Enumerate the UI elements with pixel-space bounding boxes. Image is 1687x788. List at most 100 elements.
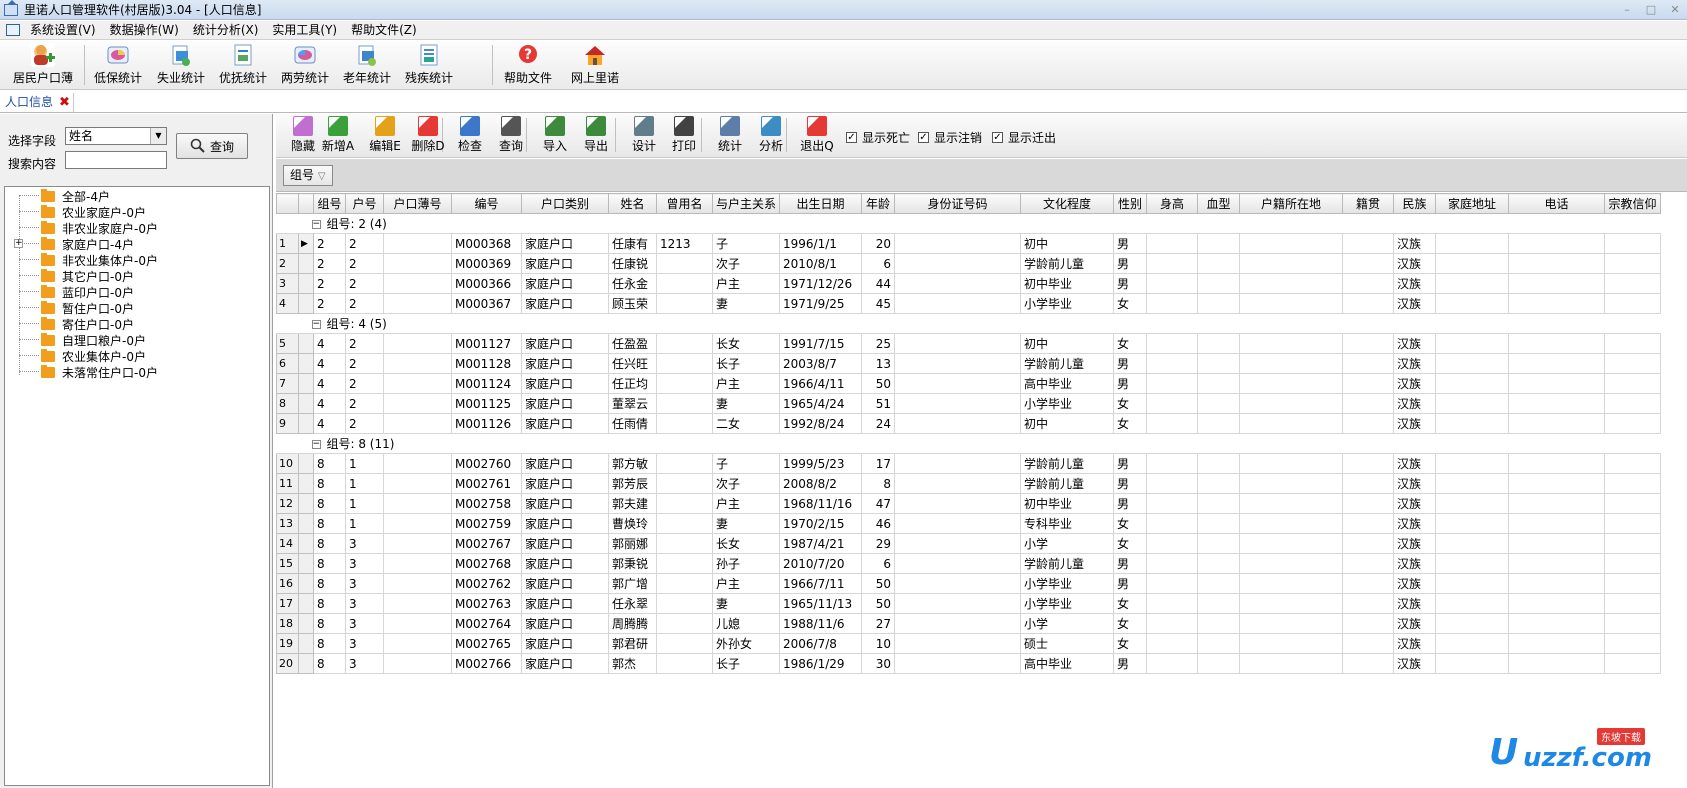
cell-alias[interactable] — [656, 333, 713, 354]
cell-phone[interactable] — [1508, 613, 1605, 634]
table-row[interactable]: 8 4 2 M001125 家庭户口 董翠云 妻 1965/4/24 51 小学毕业女 汉族 — [276, 393, 1661, 414]
cell-edu[interactable]: 学龄前儿童 — [1020, 473, 1114, 494]
cell-h[interactable]: 3 — [345, 633, 384, 654]
cell-blood[interactable] — [1197, 373, 1240, 394]
cell-book[interactable] — [383, 533, 452, 554]
table-row[interactable]: 13 8 1 M002759 家庭户口 曹焕玲 妻 1970/2/15 46 专科毕业女 汉族 — [276, 513, 1661, 534]
online-home-button[interactable]: 网上里诺 — [568, 43, 622, 87]
cell-edu[interactable]: 小学毕业 — [1020, 393, 1114, 414]
column-header[interactable]: 血型 — [1197, 193, 1240, 214]
menu-help[interactable]: 帮助文件(Z) — [344, 21, 424, 40]
cell-alias[interactable] — [656, 393, 713, 414]
cell-type[interactable]: 家庭户口 — [521, 653, 609, 674]
cell-origin[interactable] — [1342, 233, 1394, 254]
cell-edu[interactable]: 初中 — [1020, 233, 1114, 254]
cell-origin[interactable] — [1342, 393, 1394, 414]
cell-alias[interactable] — [656, 533, 713, 554]
cell-book[interactable] — [383, 513, 452, 534]
tree-item[interactable]: 寄住户口-0户 — [41, 316, 134, 332]
help-button[interactable]: ? 帮助文件 — [502, 43, 554, 87]
cell-origin[interactable] — [1342, 373, 1394, 394]
query-button[interactable]: 查询 — [176, 133, 248, 159]
cell-edu[interactable]: 学龄前儿童 — [1020, 353, 1114, 374]
cell-blood[interactable] — [1197, 413, 1240, 434]
cell-blood[interactable] — [1197, 553, 1240, 574]
cell-idcard[interactable] — [894, 613, 1021, 634]
cell-sex[interactable]: 女 — [1113, 613, 1147, 634]
cell-h[interactable]: 3 — [345, 613, 384, 634]
cell-phone[interactable] — [1508, 593, 1605, 614]
cell-nation[interactable]: 汉族 — [1393, 273, 1436, 294]
cell-height[interactable] — [1146, 353, 1198, 374]
cell-rel[interactable]: 二女 — [712, 413, 780, 434]
print-button[interactable]: 打印 — [664, 116, 704, 156]
cell-book[interactable] — [383, 613, 452, 634]
cell-height[interactable] — [1146, 453, 1198, 474]
cell-birth[interactable]: 1966/4/11 — [779, 373, 862, 394]
cell-reg[interactable] — [1239, 573, 1343, 594]
tree-item[interactable]: 蓝印户口-0户 — [41, 284, 134, 300]
row-number[interactable]: 17 — [276, 593, 299, 614]
column-header[interactable]: 年龄 — [861, 193, 895, 214]
cell-origin[interactable] — [1342, 553, 1394, 574]
cell-addr[interactable] — [1435, 533, 1509, 554]
cell-origin[interactable] — [1342, 293, 1394, 314]
cell-nation[interactable]: 汉族 — [1393, 373, 1436, 394]
cell-alias[interactable] — [656, 353, 713, 374]
cell-h[interactable]: 3 — [345, 533, 384, 554]
cell-id[interactable]: M001127 — [451, 333, 522, 354]
cell-origin[interactable] — [1342, 453, 1394, 474]
tree-item[interactable]: 暂住户口-0户 — [41, 300, 134, 316]
cell-type[interactable]: 家庭户口 — [521, 273, 609, 294]
elderly-stats-button[interactable]: 老年统计 — [341, 43, 393, 87]
cell-reg[interactable] — [1239, 233, 1343, 254]
cell-addr[interactable] — [1435, 333, 1509, 354]
cell-birth[interactable]: 1999/5/23 — [779, 453, 862, 474]
cell-age[interactable]: 20 — [861, 233, 895, 254]
tree-item[interactable]: 全部-4户 — [41, 188, 110, 204]
cell-book[interactable] — [383, 393, 452, 414]
cell-alias[interactable] — [656, 413, 713, 434]
cell-origin[interactable] — [1342, 613, 1394, 634]
cell-addr[interactable] — [1435, 293, 1509, 314]
checkbox-2[interactable]: ✓ 显示迁出 — [992, 129, 1056, 146]
cell-name[interactable]: 郭杰 — [608, 653, 657, 674]
row-number[interactable]: 3 — [276, 273, 299, 294]
cell-blood[interactable] — [1197, 513, 1240, 534]
cell-nation[interactable]: 汉族 — [1393, 413, 1436, 434]
cell-book[interactable] — [383, 353, 452, 374]
cell-h[interactable]: 2 — [345, 233, 384, 254]
cell-book[interactable] — [383, 593, 452, 614]
menu-system-settings[interactable]: 系统设置(V) — [23, 21, 103, 40]
cell-idcard[interactable] — [894, 373, 1021, 394]
cell-height[interactable] — [1146, 633, 1198, 654]
cell-sex[interactable]: 女 — [1113, 333, 1147, 354]
column-header[interactable]: 户口类别 — [521, 193, 609, 214]
cell-reg[interactable] — [1239, 373, 1343, 394]
cell-edu[interactable]: 高中毕业 — [1020, 653, 1114, 674]
cell-rel[interactable]: 外孙女 — [712, 633, 780, 654]
cell-nation[interactable]: 汉族 — [1393, 593, 1436, 614]
cell-id[interactable]: M002760 — [451, 453, 522, 474]
unemployment-stats-button[interactable]: 失业统计 — [155, 43, 207, 87]
cell-id[interactable]: M002762 — [451, 573, 522, 594]
tree-item[interactable]: 非农业集体户-0户 — [41, 252, 158, 268]
cell-id[interactable]: M002758 — [451, 493, 522, 514]
table-row[interactable]: 19 8 3 M002765 家庭户口 郭君研 外孙女 2006/7/8 10 硕士女 汉族 — [276, 633, 1661, 654]
cell-blood[interactable] — [1197, 273, 1240, 294]
tree-item[interactable]: 家庭户口-4户 — [41, 236, 134, 252]
cell-idcard[interactable] — [894, 293, 1021, 314]
cell-birth[interactable]: 2006/7/8 — [779, 633, 862, 654]
row-number[interactable]: 6 — [276, 353, 299, 374]
cell-addr[interactable] — [1435, 273, 1509, 294]
cell-religion[interactable] — [1604, 253, 1661, 274]
cell-age[interactable]: 25 — [861, 333, 895, 354]
cell-age[interactable]: 50 — [861, 573, 895, 594]
row-number[interactable]: 15 — [276, 553, 299, 574]
cell-id[interactable]: M000366 — [451, 273, 522, 294]
menu-tools[interactable]: 实用工具(Y) — [265, 21, 344, 40]
table-row[interactable]: 1 ▶ 2 2 M000368 家庭户口 任康有 1213 子 1996/1/1 20 初中男汉族 — [276, 233, 1661, 254]
cell-phone[interactable] — [1508, 413, 1605, 434]
cell-rel[interactable]: 妻 — [712, 513, 780, 534]
cell-reg[interactable] — [1239, 593, 1343, 614]
